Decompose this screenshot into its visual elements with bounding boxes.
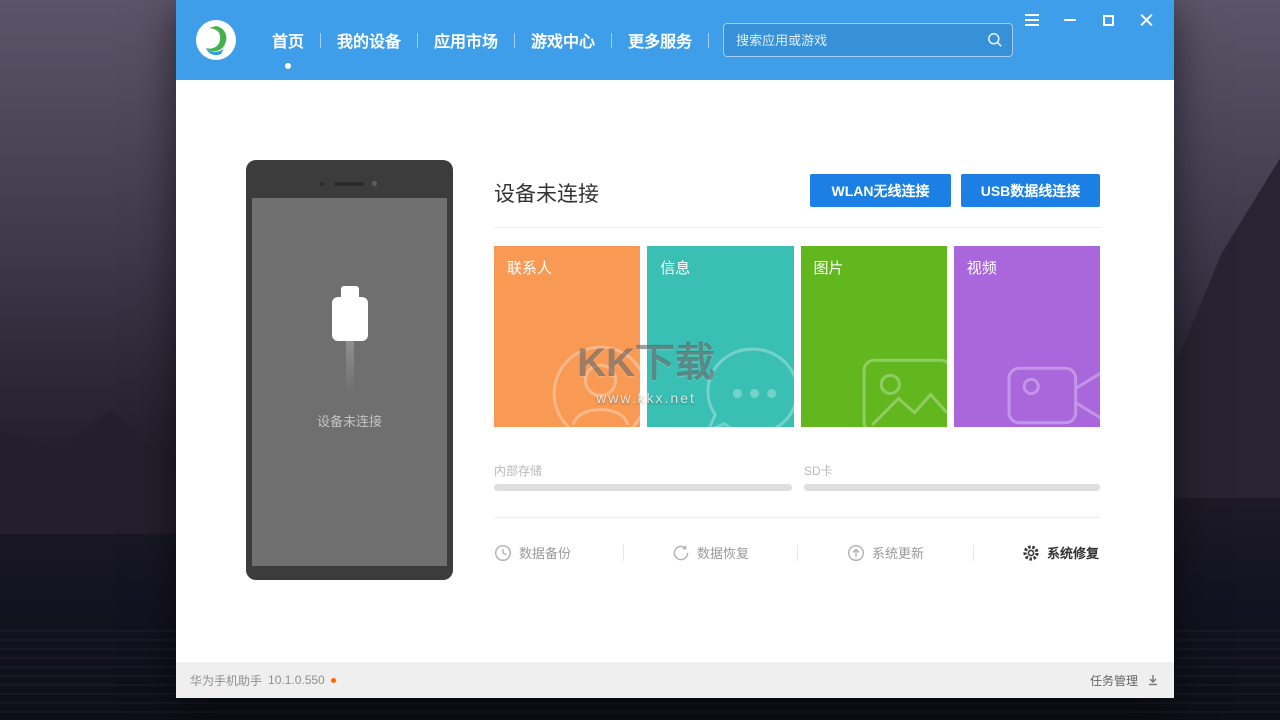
active-indicator-dot bbox=[285, 63, 291, 69]
connection-status-title: 设备未连接 bbox=[494, 178, 599, 208]
app-logo-icon bbox=[196, 20, 236, 60]
tile-pictures[interactable]: 图片 bbox=[801, 246, 947, 427]
maximize-icon[interactable] bbox=[1100, 12, 1116, 28]
top-navigation-bar: 首页 我的设备 应用市场 游戏中心 更多服务 bbox=[176, 0, 1174, 80]
sd-card-bar bbox=[804, 484, 1100, 491]
video-icon bbox=[1003, 336, 1100, 427]
action-separator bbox=[797, 545, 798, 561]
contacts-icon bbox=[543, 336, 640, 427]
tile-messages[interactable]: 信息 bbox=[647, 246, 793, 427]
phone-screen: 设备未连接 bbox=[252, 198, 447, 566]
desktop: 首页 我的设备 应用市场 游戏中心 更多服务 bbox=[0, 0, 1280, 720]
download-tasks-icon bbox=[1146, 673, 1160, 687]
action-data-backup[interactable]: 数据备份 bbox=[494, 543, 571, 562]
usb-connect-button[interactable]: USB数据线连接 bbox=[961, 174, 1100, 207]
hisuite-window: 首页 我的设备 应用市场 游戏中心 更多服务 bbox=[176, 0, 1174, 698]
nav-item-home-label: 首页 bbox=[272, 34, 304, 51]
main-content: 设备未连接 设备未连接 WLAN无线连接 USB数据线连接 联系人 信息 bbox=[176, 80, 1174, 662]
phone-disconnect-label: 设备未连接 bbox=[317, 411, 382, 430]
phone-illustration: 设备未连接 bbox=[246, 160, 453, 580]
search-box bbox=[723, 23, 1013, 57]
nav-item-app-market[interactable]: 应用市场 bbox=[418, 28, 514, 52]
action-separator bbox=[973, 545, 974, 561]
usb-plug-body bbox=[332, 297, 368, 341]
nav-item-home[interactable]: 首页 bbox=[256, 28, 320, 52]
action-system-update[interactable]: 系统更新 bbox=[847, 543, 924, 562]
minimize-icon[interactable] bbox=[1062, 12, 1078, 28]
phone-speaker-line bbox=[334, 182, 364, 186]
repair-gear-icon bbox=[1022, 544, 1040, 562]
internal-storage-label: 内部存储 bbox=[494, 462, 542, 479]
close-icon[interactable] bbox=[1138, 12, 1154, 28]
tile-contacts[interactable]: 联系人 bbox=[494, 246, 640, 427]
category-tiles: 联系人 信息 图片 bbox=[494, 246, 1100, 427]
notification-dot bbox=[331, 678, 336, 683]
divider bbox=[494, 227, 1100, 228]
usb-cable bbox=[346, 341, 354, 393]
phone-sensor-dot bbox=[372, 181, 377, 186]
nav-separator bbox=[708, 33, 709, 48]
wlan-connect-button[interactable]: WLAN无线连接 bbox=[810, 174, 951, 207]
update-arrow-icon bbox=[847, 544, 865, 562]
nav-item-game-center[interactable]: 游戏中心 bbox=[515, 28, 611, 52]
tile-videos[interactable]: 视频 bbox=[954, 246, 1100, 427]
action-separator bbox=[623, 545, 624, 561]
nav-item-more-services[interactable]: 更多服务 bbox=[612, 28, 708, 52]
action-system-repair[interactable]: 系统修复 bbox=[1022, 543, 1099, 562]
message-icon bbox=[697, 336, 794, 427]
main-nav: 首页 我的设备 应用市场 游戏中心 更多服务 bbox=[256, 0, 709, 80]
search-input[interactable] bbox=[723, 23, 1013, 57]
picture-icon bbox=[850, 336, 947, 427]
sd-card-label: SD卡 bbox=[804, 462, 833, 479]
task-manager-button[interactable]: 任务管理 bbox=[1090, 672, 1160, 689]
window-controls bbox=[1024, 12, 1154, 28]
status-bar: 华为手机助手 10.1.0.550 任务管理 bbox=[176, 662, 1174, 698]
phone-camera-dot bbox=[320, 182, 324, 186]
backup-clock-icon bbox=[494, 544, 512, 562]
wallpaper-mountain-left bbox=[0, 374, 200, 534]
app-version: 10.1.0.550 bbox=[268, 673, 325, 687]
action-data-restore[interactable]: 数据恢复 bbox=[672, 543, 749, 562]
search-icon[interactable] bbox=[987, 32, 1003, 53]
app-name: 华为手机助手 bbox=[190, 672, 262, 689]
restore-refresh-icon bbox=[672, 544, 690, 562]
nav-item-my-device[interactable]: 我的设备 bbox=[321, 28, 417, 52]
divider bbox=[494, 517, 1100, 518]
app-version-info: 华为手机助手 10.1.0.550 bbox=[190, 672, 336, 689]
internal-storage-bar bbox=[494, 484, 792, 491]
menu-icon[interactable] bbox=[1024, 12, 1040, 28]
